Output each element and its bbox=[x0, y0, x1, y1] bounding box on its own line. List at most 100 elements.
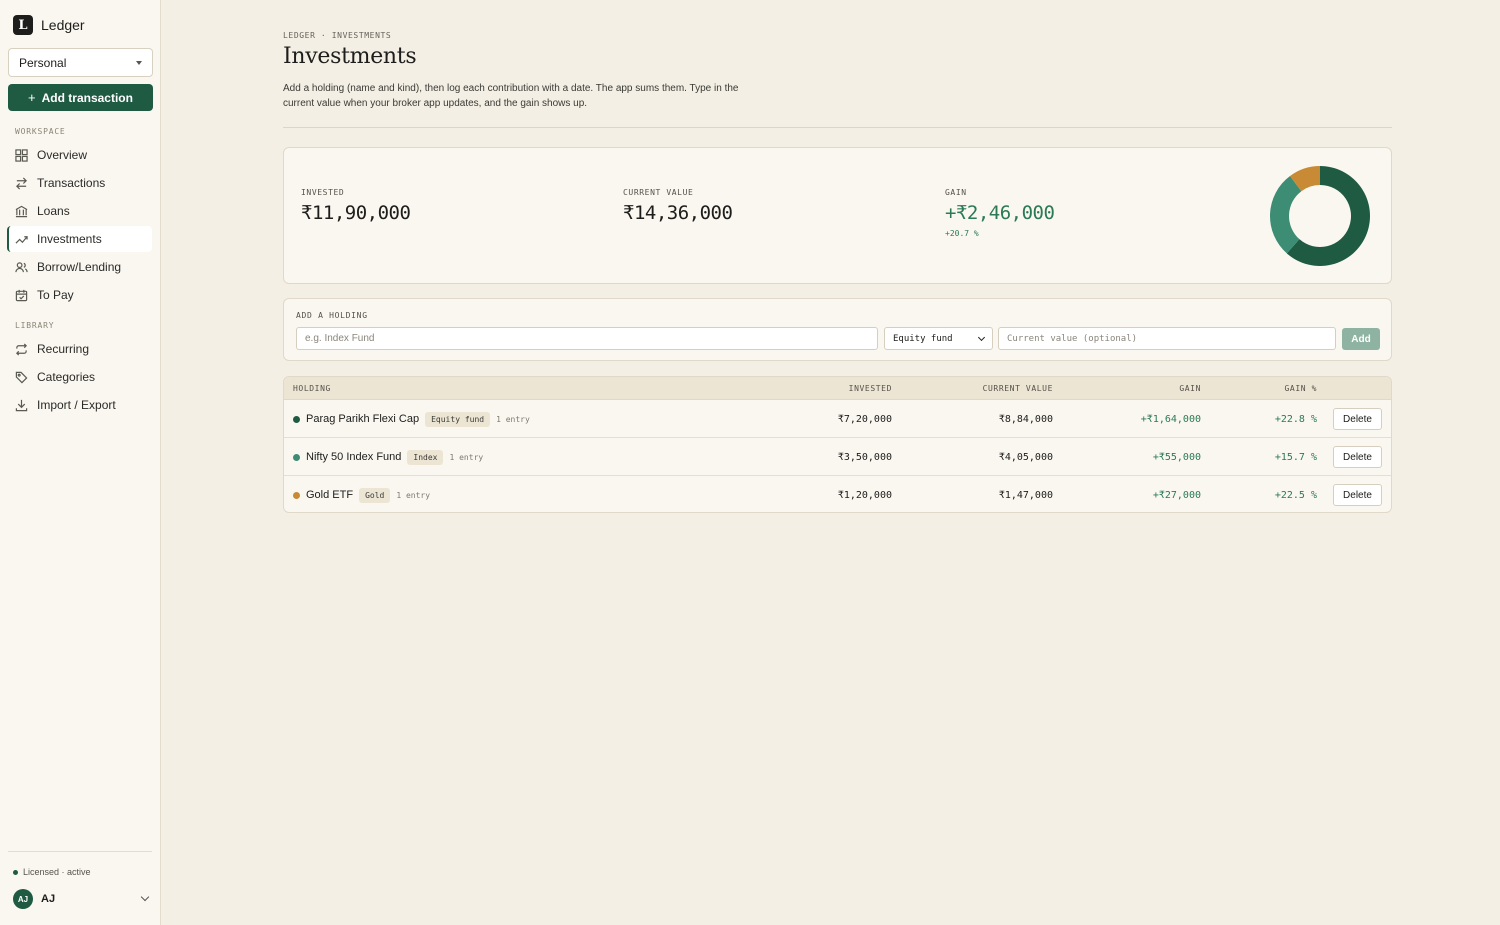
holding-kind-badge: Index bbox=[407, 449, 444, 465]
status-dot bbox=[13, 869, 18, 875]
sidebar-divider bbox=[8, 851, 152, 852]
sidebar-item-import-export[interactable]: Import / Export bbox=[7, 392, 152, 418]
gain-cell: +₹27,000 bbox=[1152, 489, 1201, 501]
holding-kind-badge: Equity fund bbox=[425, 411, 491, 427]
page-title: Investments bbox=[283, 44, 417, 69]
current-value-cell: ₹8,84,000 bbox=[998, 413, 1053, 425]
table-header: HOLDING INVESTED CURRENT VALUE GAIN GAIN… bbox=[284, 377, 1391, 400]
workspace-select-value: Personal bbox=[19, 55, 67, 70]
column-header-gain: GAIN bbox=[1179, 384, 1201, 393]
sidebar-item-recurring[interactable]: Recurring bbox=[7, 336, 152, 362]
allocation-donut-chart bbox=[1270, 166, 1370, 266]
grid-icon bbox=[15, 148, 28, 162]
breadcrumb: LEDGER · INVESTMENTS bbox=[283, 31, 392, 40]
sidebar-item-label: Loans bbox=[37, 204, 70, 218]
current-value-stat: CURRENT VALUE ₹14,36,000 bbox=[623, 188, 733, 224]
delete-button[interactable]: Delete bbox=[1333, 408, 1382, 430]
sidebar-item-loans[interactable]: Loans bbox=[7, 198, 152, 224]
holding-color-dot bbox=[293, 491, 300, 499]
gain-percent-cell: +22.8 % bbox=[1274, 413, 1317, 425]
gain-percent-cell: +15.7 % bbox=[1274, 451, 1317, 463]
donut-slice-nifty-50-index-fund bbox=[1270, 175, 1302, 254]
delete-button[interactable]: Delete bbox=[1333, 446, 1382, 468]
holding-name: Parag Parikh Flexi Cap bbox=[306, 413, 420, 425]
current-value-cell: ₹1,47,000 bbox=[998, 489, 1053, 501]
add-holding-card: ADD A HOLDING e.g. Index Fund Equity fun… bbox=[283, 298, 1392, 361]
sidebar-item-investments[interactable]: Investments bbox=[7, 226, 152, 252]
add-holding-button[interactable]: Add bbox=[1342, 328, 1380, 350]
gain-stat: GAIN +₹2,46,000 +20.7 % bbox=[945, 188, 1055, 238]
license-label: Licensed · active bbox=[23, 867, 91, 877]
column-header-current-value: CURRENT VALUE bbox=[982, 384, 1053, 393]
users-icon bbox=[15, 261, 28, 272]
holding-color-dot bbox=[293, 453, 300, 461]
bank-icon bbox=[15, 205, 28, 217]
chevron-down-icon bbox=[977, 333, 986, 341]
invested-cell: ₹3,50,000 bbox=[837, 451, 892, 463]
page-description: Add a holding (name and kind), then log … bbox=[283, 83, 739, 109]
gain-percent: +20.7 % bbox=[945, 229, 979, 238]
trend-up-icon bbox=[15, 235, 28, 244]
sidebar-item-label: Investments bbox=[37, 232, 102, 246]
license-status: Licensed · active bbox=[13, 867, 91, 877]
holding-kind-badge: Gold bbox=[359, 487, 391, 503]
sidebar-item-transactions[interactable]: Transactions bbox=[7, 170, 152, 196]
add-transaction-label: Add transaction bbox=[41, 90, 133, 105]
user-name: AJ bbox=[41, 893, 56, 905]
gain-value: +₹2,46,000 bbox=[945, 202, 1055, 224]
chevron-down-icon bbox=[140, 892, 150, 902]
table-row: Gold ETF Gold 1 entry ₹1,20,000 ₹1,47,00… bbox=[284, 476, 1391, 512]
sidebar-item-overview[interactable]: Overview bbox=[7, 142, 152, 168]
gain-cell: +₹55,000 bbox=[1152, 451, 1201, 463]
current-value-input[interactable]: Current value (optional) bbox=[998, 327, 1336, 350]
holdings-table: HOLDING INVESTED CURRENT VALUE GAIN GAIN… bbox=[283, 376, 1392, 513]
column-header-holding: HOLDING bbox=[293, 384, 331, 393]
sidebar-item-to-pay[interactable]: To Pay bbox=[7, 282, 152, 308]
gain-label: GAIN bbox=[945, 188, 967, 197]
sidebar: L Ledger Personal + Add transaction WORK… bbox=[0, 0, 161, 925]
summary-card: INVESTED ₹11,90,000 CURRENT VALUE ₹14,36… bbox=[283, 147, 1392, 284]
sidebar-item-label: Overview bbox=[37, 148, 88, 162]
delete-button[interactable]: Delete bbox=[1333, 484, 1382, 506]
holding-cell: Nifty 50 Index Fund Index 1 entry bbox=[293, 438, 483, 476]
sidebar-item-categories[interactable]: Categories bbox=[7, 364, 152, 390]
sidebar-item-label: Recurring bbox=[37, 342, 90, 356]
invested-cell: ₹7,20,000 bbox=[837, 413, 892, 425]
gain-percent-cell: +22.5 % bbox=[1274, 489, 1317, 501]
workspace-section-label: WORKSPACE bbox=[15, 127, 66, 136]
add-holding-label: ADD A HOLDING bbox=[296, 311, 368, 320]
sidebar-item-label: Import / Export bbox=[37, 398, 116, 412]
download-icon bbox=[15, 399, 28, 411]
entry-count: 1 entry bbox=[396, 490, 431, 500]
sidebar-item-label: To Pay bbox=[37, 288, 74, 302]
sidebar-item-label: Borrow/Lending bbox=[37, 260, 122, 274]
arrows-icon bbox=[16, 177, 27, 189]
workspace-select[interactable]: Personal bbox=[8, 48, 153, 77]
brand-name: Ledger bbox=[41, 17, 85, 33]
holding-kind-select[interactable]: Equity fund bbox=[884, 327, 993, 350]
header-divider bbox=[283, 127, 1392, 128]
gain-cell: +₹1,64,000 bbox=[1140, 413, 1201, 425]
holding-kind-value: Equity fund bbox=[893, 333, 953, 344]
column-header-invested: INVESTED bbox=[848, 384, 892, 393]
invested-stat: INVESTED ₹11,90,000 bbox=[301, 188, 411, 224]
invested-cell: ₹1,20,000 bbox=[837, 489, 892, 501]
invested-value: ₹11,90,000 bbox=[301, 202, 411, 224]
invested-label: INVESTED bbox=[301, 188, 345, 197]
brand[interactable]: L Ledger bbox=[13, 15, 85, 35]
caret-down-icon bbox=[136, 60, 142, 65]
holding-cell: Parag Parikh Flexi Cap Equity fund 1 ent… bbox=[293, 400, 530, 438]
sidebar-item-borrow-lending[interactable]: Borrow/Lending bbox=[7, 254, 152, 280]
entry-count: 1 entry bbox=[449, 452, 484, 462]
holding-name-input[interactable]: e.g. Index Fund bbox=[296, 327, 878, 350]
user-menu[interactable]: AJ AJ bbox=[13, 889, 150, 909]
repeat-icon bbox=[16, 343, 27, 355]
plus-icon: + bbox=[28, 90, 36, 105]
entry-count: 1 entry bbox=[496, 414, 530, 424]
holding-color-dot bbox=[293, 415, 300, 423]
current-value-value: ₹14,36,000 bbox=[623, 202, 733, 224]
table-row: Nifty 50 Index Fund Index 1 entry ₹3,50,… bbox=[284, 438, 1391, 476]
tag-icon bbox=[15, 371, 28, 383]
holding-name: Gold ETF bbox=[306, 489, 354, 501]
add-transaction-button[interactable]: + Add transaction bbox=[8, 84, 153, 111]
